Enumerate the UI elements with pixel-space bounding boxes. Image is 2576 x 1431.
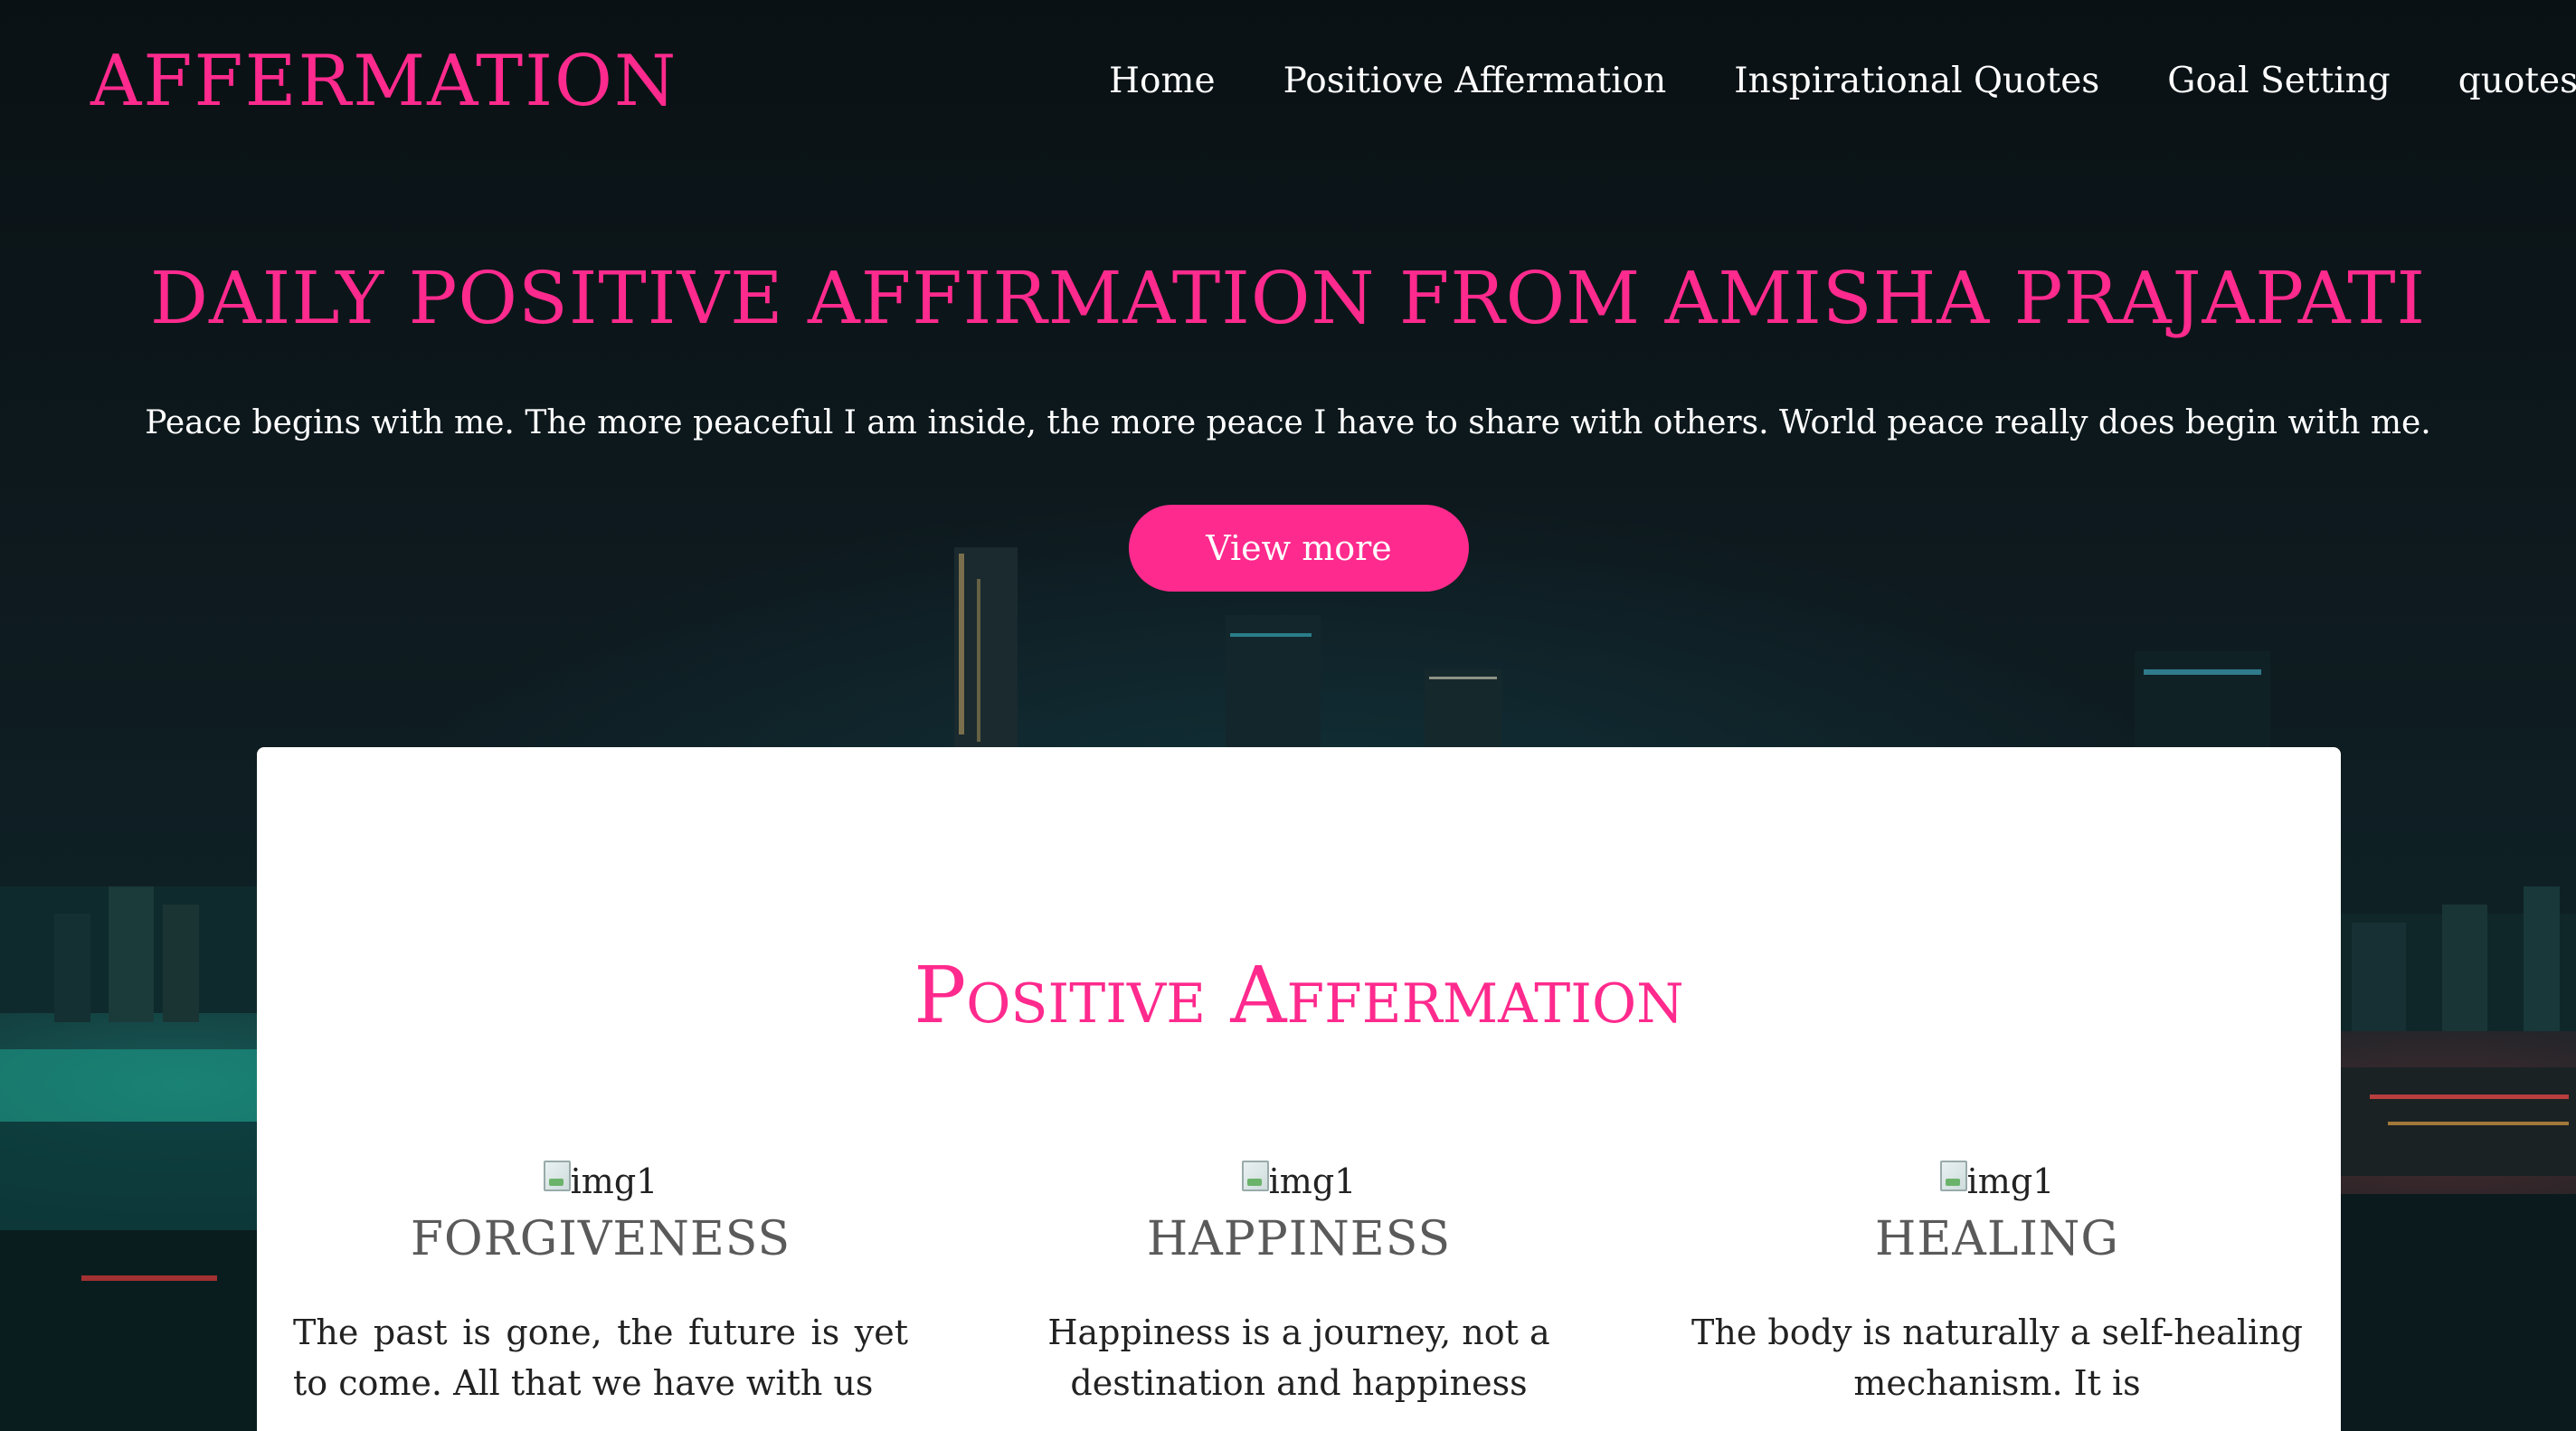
feature-text: Happiness is a journey, not a destinatio… — [1047, 1313, 1550, 1403]
section-title: Positive Affermation — [914, 951, 1684, 1041]
broken-image-icon — [1939, 1161, 1967, 1191]
nav-link-positive-affermation[interactable]: Positiove Affermation — [1283, 54, 1667, 109]
nav-link-home[interactable]: Home — [1109, 54, 1216, 109]
feature-image: img1 — [1672, 1159, 2323, 1204]
feature-heading: HAPPINESS — [1146, 1212, 1452, 1266]
nav-link-inspirational-quotes[interactable]: Inspirational Quotes — [1734, 54, 2099, 109]
navbar: AFFERMATION Home Positiove Affermation I… — [0, 0, 2576, 167]
feature-text: The past is gone, the future is yet to c… — [293, 1313, 908, 1403]
feature-healing: img1 HEALING The body is naturally a sel… — [1672, 1159, 2323, 1408]
view-more-button[interactable]: View more — [1129, 505, 1469, 592]
feature-image: img1 — [973, 1159, 1624, 1204]
broken-image-icon — [543, 1161, 571, 1191]
feature-heading: FORGIVENESS — [410, 1212, 791, 1266]
feature-forgiveness: img1 FORGIVENESS The past is gone, the f… — [275, 1159, 926, 1408]
feature-image: img1 — [275, 1159, 926, 1204]
feature-happiness: img1 HAPPINESS Happiness is a journey, n… — [973, 1159, 1624, 1408]
hero-subtitle: Peace begins with me. The more peaceful … — [145, 404, 2431, 441]
nav-menu: Home Positiove Affermation Inspirational… — [1109, 54, 2576, 109]
hero-title: DAILY POSITIVE AFFIRMATION FROM AMISHA P… — [149, 256, 2427, 340]
broken-image-icon — [1241, 1161, 1269, 1191]
brand-logo[interactable]: AFFERMATION — [90, 36, 677, 127]
image-alt-text: img1 — [1268, 1161, 1357, 1201]
nav-link-goal-setting[interactable]: Goal Setting — [2167, 54, 2390, 109]
positive-affermation-card: Positive Affermation img1 FORGIVENESS Th… — [257, 747, 2341, 1431]
image-alt-text: img1 — [570, 1161, 658, 1201]
feature-heading: HEALING — [1875, 1212, 2119, 1266]
nav-link-quotes[interactable]: quotes — [2458, 54, 2576, 109]
feature-text: The body is naturally a self-healing mec… — [1691, 1313, 2303, 1403]
image-alt-text: img1 — [1966, 1161, 2055, 1201]
